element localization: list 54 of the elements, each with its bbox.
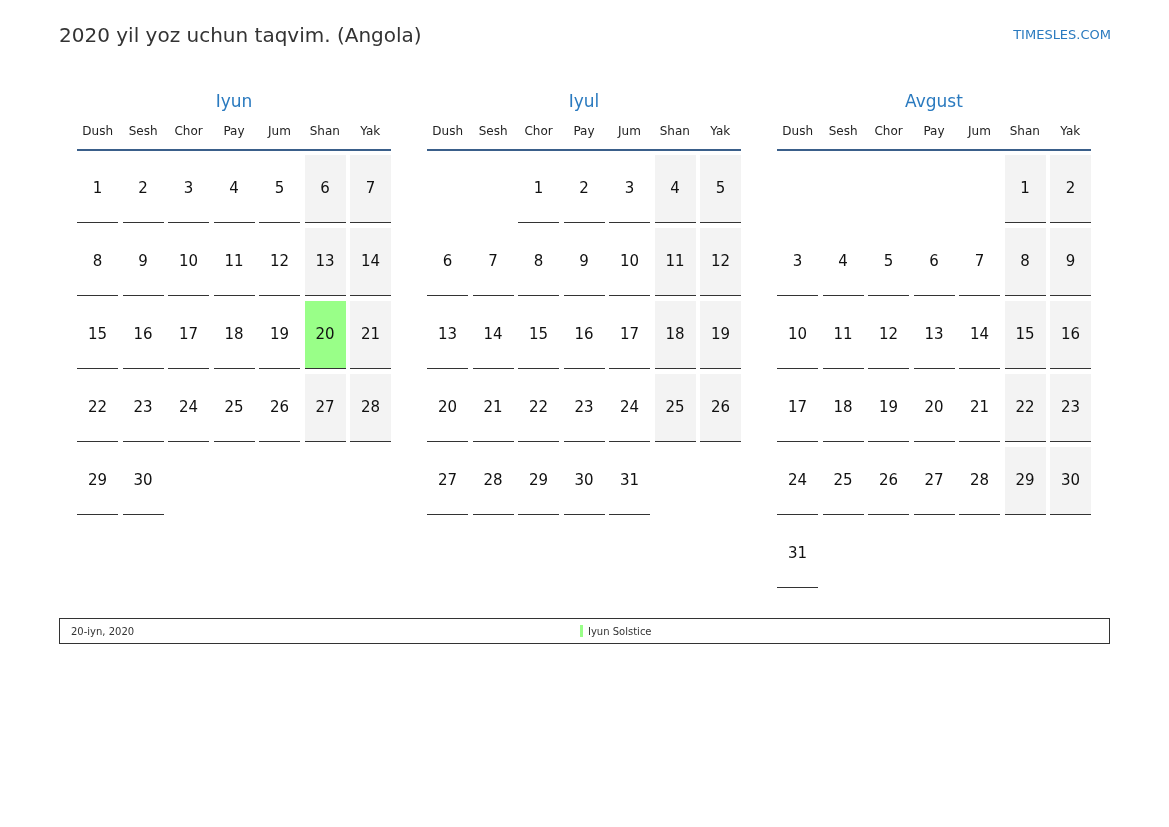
day-cell: 18 [654, 301, 696, 369]
weekday-label: Chor [173, 122, 204, 140]
weekday-label: Sesh [827, 122, 859, 140]
day-cell: 13 [304, 228, 346, 296]
day-cell: 26 [700, 374, 741, 442]
weekday-label: Yak [1059, 122, 1082, 140]
weekday-label: Jum [266, 122, 292, 140]
weekday-label: Sesh [127, 122, 159, 140]
month-name: Avgust [905, 90, 963, 113]
day-cell: 12 [700, 228, 741, 296]
day-cell: 21 [350, 301, 391, 369]
page-title: 2020 yil yoz uchun taqvim. (Angola) [59, 22, 422, 49]
month-name: Iyul [568, 90, 600, 113]
day-cell: 23 [1050, 374, 1091, 442]
day-cell: 4 [654, 155, 696, 223]
weekday-label: Pay [222, 122, 246, 140]
weekday-label: Sesh [477, 122, 509, 140]
day-cell: 14 [350, 228, 391, 296]
weekday-label: Jum [966, 122, 992, 140]
month-name: Iyun [215, 90, 253, 113]
day-cell: 11 [654, 228, 696, 296]
weekday-label: Dush [781, 122, 815, 140]
weekday-label: Chor [523, 122, 554, 140]
event-date: 20-iyn, 2020 [71, 624, 136, 639]
day-cell: 2 [1050, 155, 1091, 223]
weekday-label: Dush [431, 122, 465, 140]
weekday-label: Pay [572, 122, 596, 140]
event-name: Iyun Solstice [588, 624, 652, 639]
day-cell: 29 [1004, 447, 1046, 515]
weekday-label: Pay [922, 122, 946, 140]
weekday-label: Shan [658, 122, 691, 140]
day-cell: 28 [350, 374, 391, 442]
day-cell: 1 [1004, 155, 1046, 223]
day-cell: 6 [304, 155, 346, 223]
day-cell: 8 [1004, 228, 1046, 296]
weekday-label: Shan [1008, 122, 1041, 140]
weekday-label: Yak [709, 122, 732, 140]
day-cell: 27 [304, 374, 346, 442]
day-cell: 20 [304, 301, 346, 369]
weekday-label: Jum [616, 122, 642, 140]
weekday-label: Shan [308, 122, 341, 140]
day-cell: 19 [700, 301, 741, 369]
day-cell: 7 [350, 155, 391, 223]
day-cell: 16 [1050, 301, 1091, 369]
weekday-label: Yak [359, 122, 382, 140]
weekday-label: Chor [873, 122, 904, 140]
day-cell: 30 [1050, 447, 1091, 515]
day-cell: 5 [700, 155, 741, 223]
day-cell: 9 [1050, 228, 1091, 296]
weekday-label: Dush [81, 122, 115, 140]
day-cell: 22 [1004, 374, 1046, 442]
site-link[interactable]: TIMESLES.COM [1013, 25, 1111, 45]
day-cell: 25 [654, 374, 696, 442]
day-cell: 15 [1004, 301, 1046, 369]
